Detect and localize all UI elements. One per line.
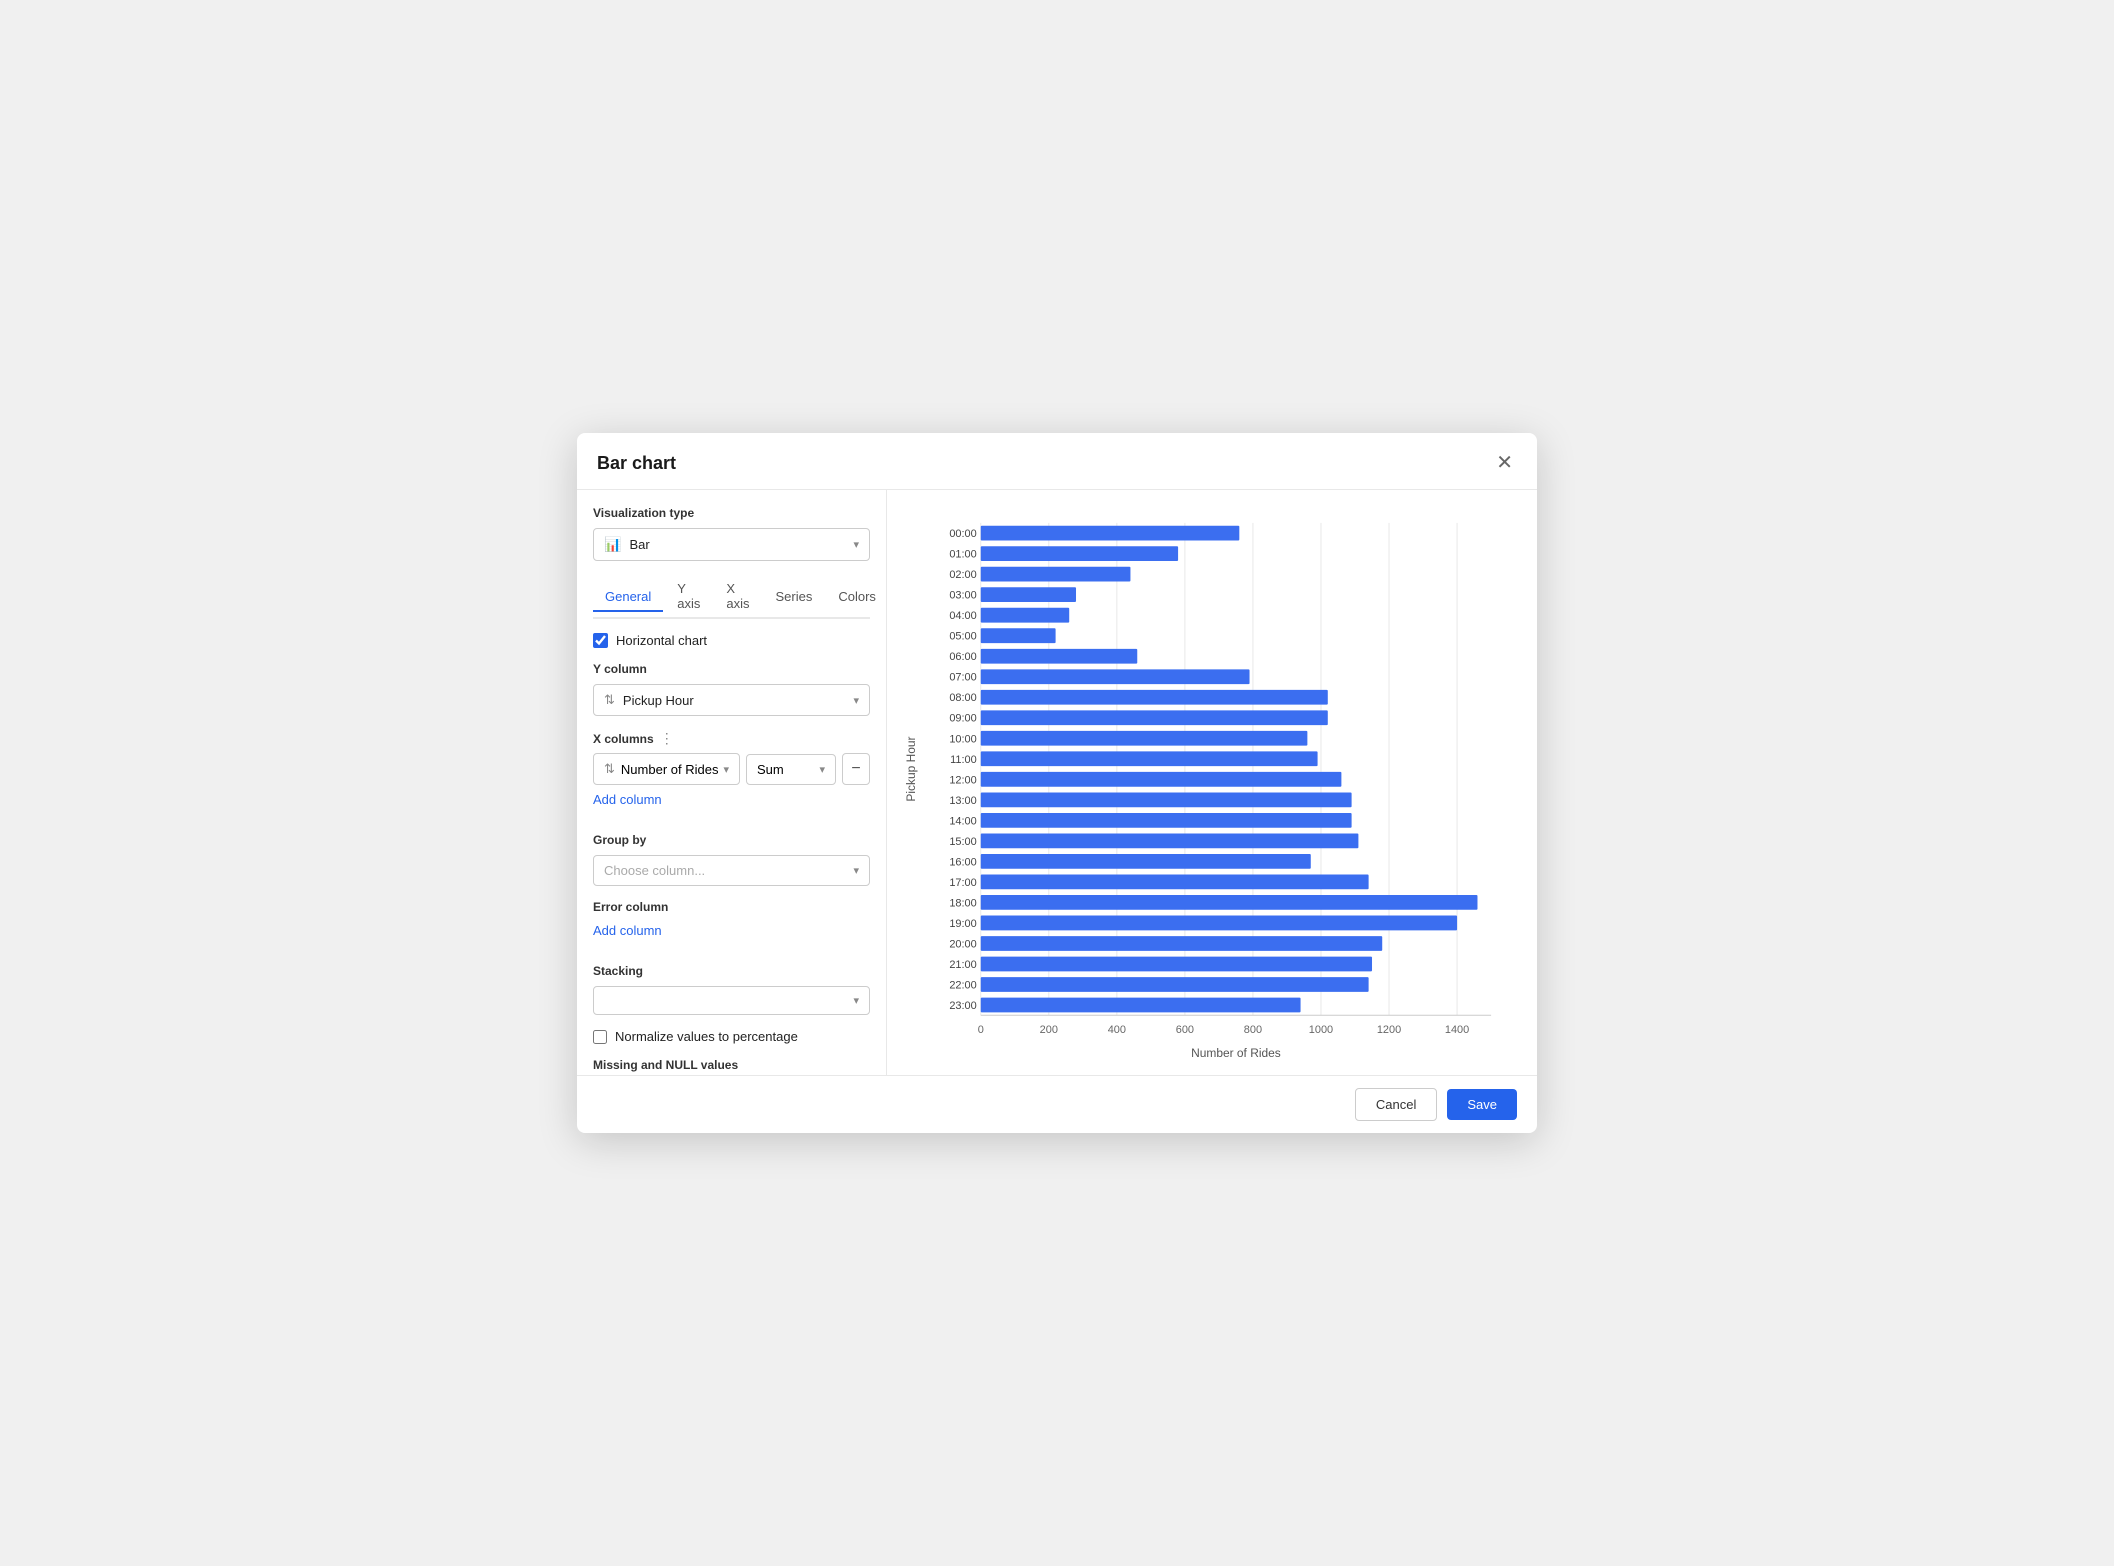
aggregation-select[interactable]: Sum ▾ bbox=[746, 754, 836, 785]
svg-text:05:00: 05:00 bbox=[949, 631, 976, 643]
stacking-chevron-icon: ▾ bbox=[853, 994, 859, 1007]
modal-footer: Cancel Save bbox=[577, 1075, 1537, 1133]
normalize-label: Normalize values to percentage bbox=[615, 1029, 798, 1044]
stacking-label: Stacking bbox=[593, 964, 870, 978]
svg-text:15:00: 15:00 bbox=[949, 836, 976, 848]
x-columns-dots-icon: ⋮ bbox=[660, 730, 674, 747]
normalize-row: Normalize values to percentage bbox=[593, 1029, 870, 1044]
svg-text:20:00: 20:00 bbox=[949, 938, 976, 950]
modal-header: Bar chart ✕ bbox=[577, 433, 1537, 490]
tab-y-axis[interactable]: Y axis bbox=[665, 575, 712, 619]
svg-text:02:00: 02:00 bbox=[949, 569, 976, 581]
x-column-row: ⇅ Number of Rides ▾ Sum ▾ − bbox=[593, 753, 870, 785]
svg-text:23:00: 23:00 bbox=[949, 1000, 976, 1012]
stacking-section: Stacking ▾ bbox=[593, 964, 870, 1015]
svg-text:600: 600 bbox=[1176, 1024, 1194, 1036]
group-by-section: Group by Choose column... ▾ bbox=[593, 833, 870, 886]
group-by-label: Group by bbox=[593, 833, 870, 847]
close-button[interactable]: ✕ bbox=[1492, 449, 1517, 477]
svg-text:04:00: 04:00 bbox=[949, 610, 976, 622]
viz-type-value: Bar bbox=[629, 537, 649, 552]
agg-chevron-icon: ▾ bbox=[819, 763, 825, 776]
svg-text:16:00: 16:00 bbox=[949, 856, 976, 868]
error-column-section: Error column Add column bbox=[593, 900, 870, 952]
x-column-chevron-icon: ▾ bbox=[723, 763, 729, 776]
y-column-label: Y column bbox=[593, 662, 870, 676]
horizontal-chart-checkbox[interactable] bbox=[593, 633, 608, 648]
aggregation-value: Sum bbox=[757, 762, 784, 777]
svg-text:10:00: 10:00 bbox=[949, 733, 976, 745]
cancel-button[interactable]: Cancel bbox=[1355, 1088, 1437, 1121]
svg-text:00:00: 00:00 bbox=[949, 528, 976, 540]
chart-panel: 0 200 400 600 800 1000 1200 1400 00:00 01:00 02:00… bbox=[887, 490, 1537, 1075]
group-by-select[interactable]: Choose column... ▾ bbox=[593, 855, 870, 886]
svg-text:18:00: 18:00 bbox=[949, 897, 976, 909]
normalize-checkbox[interactable] bbox=[593, 1030, 607, 1044]
save-button[interactable]: Save bbox=[1447, 1089, 1517, 1120]
x-columns-header: X columns ⋮ bbox=[593, 730, 870, 747]
chevron-down-icon: ▾ bbox=[853, 538, 859, 551]
remove-column-button[interactable]: − bbox=[842, 753, 870, 785]
left-panel: Visualization type 📊 Bar ▾ General Y axi… bbox=[577, 490, 886, 1075]
y-column-icon: ⇅ bbox=[604, 692, 615, 708]
x-columns-label: X columns bbox=[593, 732, 654, 746]
svg-text:1200: 1200 bbox=[1377, 1024, 1401, 1036]
svg-text:22:00: 22:00 bbox=[949, 979, 976, 991]
svg-text:14:00: 14:00 bbox=[949, 815, 976, 827]
y-column-value: Pickup Hour bbox=[623, 693, 694, 708]
svg-text:800: 800 bbox=[1244, 1024, 1262, 1036]
x-columns-section: X columns ⋮ ⇅ Number of Rides ▾ Sum bbox=[593, 730, 870, 821]
svg-text:01:00: 01:00 bbox=[949, 549, 976, 561]
svg-text:400: 400 bbox=[1108, 1024, 1126, 1036]
tab-general[interactable]: General bbox=[593, 583, 663, 612]
stacking-select[interactable]: ▾ bbox=[593, 986, 870, 1015]
modal-body: Visualization type 📊 Bar ▾ General Y axi… bbox=[577, 490, 1537, 1075]
bar-chart: 0 200 400 600 800 1000 1200 1400 00:00 01:00 02:00… bbox=[903, 506, 1521, 1066]
group-by-chevron-icon: ▾ bbox=[853, 864, 859, 877]
svg-text:06:00: 06:00 bbox=[949, 651, 976, 663]
viz-type-section: Visualization type 📊 Bar ▾ bbox=[593, 506, 870, 561]
svg-text:07:00: 07:00 bbox=[949, 672, 976, 684]
viz-type-label: Visualization type bbox=[593, 506, 870, 520]
settings-tabs: General Y axis X axis Series Colors Dat … bbox=[593, 575, 870, 619]
svg-text:1000: 1000 bbox=[1309, 1024, 1333, 1036]
svg-text:1400: 1400 bbox=[1445, 1024, 1469, 1036]
error-add-column-link[interactable]: Add column bbox=[593, 923, 662, 938]
y-column-section: Y column ⇅ Pickup Hour ▾ bbox=[593, 662, 870, 716]
bar-chart-container: 0 200 400 600 800 1000 1200 1400 00:00 01:00 02:00… bbox=[903, 506, 1521, 1066]
y-column-select[interactable]: ⇅ Pickup Hour ▾ bbox=[593, 684, 870, 716]
horizontal-chart-label: Horizontal chart bbox=[616, 633, 707, 648]
tab-series[interactable]: Series bbox=[763, 583, 824, 612]
svg-text:13:00: 13:00 bbox=[949, 795, 976, 807]
svg-text:0: 0 bbox=[978, 1024, 984, 1036]
modal-title: Bar chart bbox=[597, 453, 676, 474]
x-column-icon: ⇅ bbox=[604, 761, 615, 777]
group-by-placeholder: Choose column... bbox=[604, 863, 705, 878]
svg-text:03:00: 03:00 bbox=[949, 590, 976, 602]
missing-null-label: Missing and NULL values bbox=[593, 1058, 870, 1072]
x-column-value: Number of Rides bbox=[621, 762, 719, 777]
svg-text:09:00: 09:00 bbox=[949, 713, 976, 725]
bar-chart-icon: 📊 bbox=[604, 536, 621, 553]
svg-text:200: 200 bbox=[1040, 1024, 1058, 1036]
svg-text:08:00: 08:00 bbox=[949, 692, 976, 704]
missing-null-section: Missing and NULL values Convert to 0 and… bbox=[593, 1058, 870, 1075]
svg-text:21:00: 21:00 bbox=[949, 959, 976, 971]
horizontal-chart-row: Horizontal chart bbox=[593, 633, 870, 648]
modal: Bar chart ✕ Visualization type 📊 Bar ▾ bbox=[577, 433, 1537, 1133]
svg-text:11:00: 11:00 bbox=[950, 754, 977, 766]
tab-x-axis[interactable]: X axis bbox=[714, 575, 761, 619]
svg-text:Pickup Hour: Pickup Hour bbox=[904, 736, 918, 801]
svg-text:19:00: 19:00 bbox=[949, 918, 976, 930]
viz-type-select[interactable]: 📊 Bar ▾ bbox=[593, 528, 870, 561]
y-column-chevron-icon: ▾ bbox=[853, 694, 859, 707]
tab-colors[interactable]: Colors bbox=[826, 583, 886, 612]
error-column-label: Error column bbox=[593, 900, 870, 914]
x-column-select[interactable]: ⇅ Number of Rides ▾ bbox=[593, 753, 740, 785]
add-column-link[interactable]: Add column bbox=[593, 792, 662, 807]
svg-text:17:00: 17:00 bbox=[949, 877, 976, 889]
svg-text:Number of Rides: Number of Rides bbox=[1191, 1046, 1281, 1060]
svg-text:12:00: 12:00 bbox=[949, 774, 976, 786]
